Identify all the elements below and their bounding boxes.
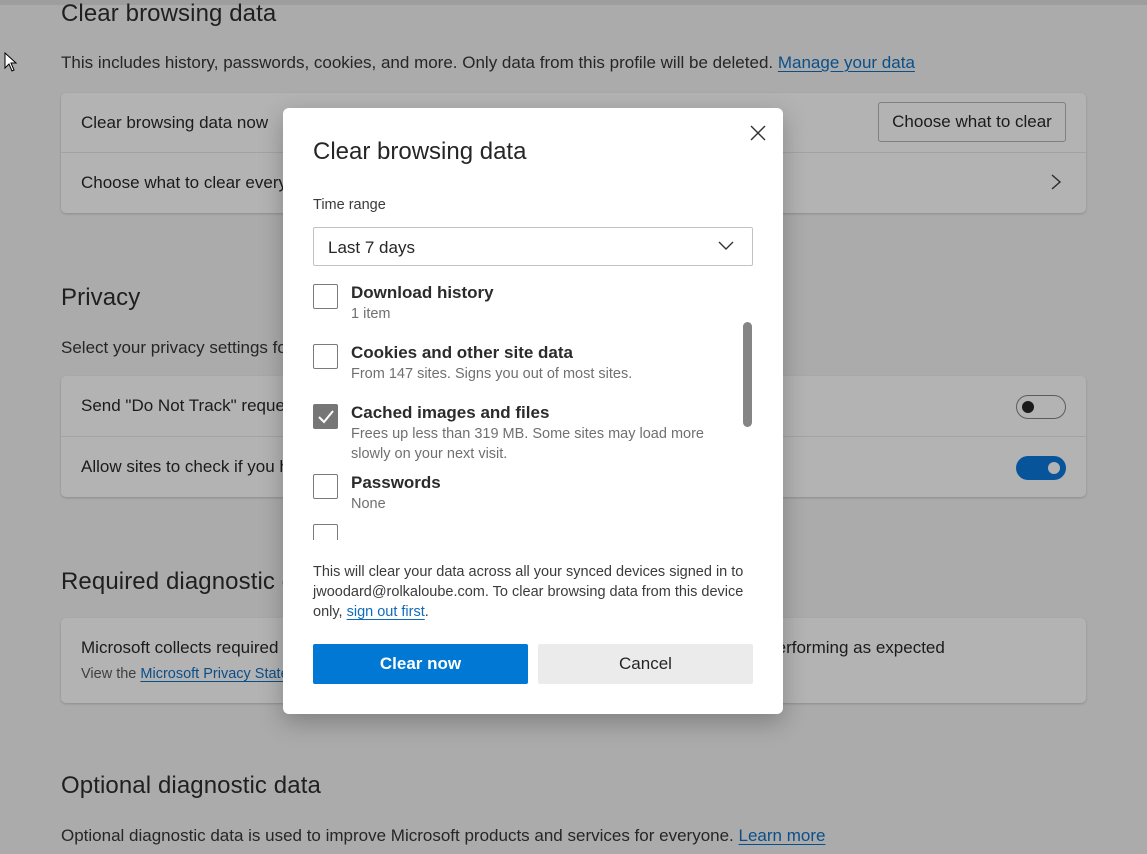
dialog-title: Clear browsing data — [313, 138, 527, 165]
data-type-title: Cached images and files — [351, 403, 550, 422]
time-range-label: Time range — [313, 197, 386, 213]
clear-browsing-description-text: This includes history, passwords, cookie… — [61, 53, 774, 72]
chevron-right-icon — [1051, 174, 1062, 190]
do-not-track-toggle[interactable] — [1016, 395, 1066, 419]
privacy-section-title: Privacy — [61, 284, 141, 311]
cancel-button[interactable]: Cancel — [538, 644, 753, 684]
data-types-list[interactable]: Download history 1 item Cookies and other … — [313, 280, 753, 540]
data-type-subtitle: 1 item — [351, 306, 391, 322]
data-type-item[interactable]: Passwords None — [313, 472, 723, 514]
chevron-down-icon — [718, 241, 734, 250]
data-type-checkbox[interactable] — [313, 524, 338, 540]
data-type-title: Passwords — [351, 473, 441, 492]
clear-browsing-section-description: This includes history, passwords, cookie… — [61, 53, 915, 73]
data-type-subtitle: Frees up less than 319 MB. Some sites ma… — [351, 426, 704, 462]
data-type-checkbox[interactable] — [313, 404, 338, 429]
clear-now-button[interactable]: Clear now — [313, 644, 528, 684]
required-diagnostic-card-title: Microsoft collects required — [81, 638, 279, 657]
optional-diagnostic-description-text: Optional diagnostic data is used to impr… — [61, 826, 734, 845]
manage-your-data-link[interactable]: Manage your data — [778, 53, 915, 72]
data-type-checkbox[interactable] — [313, 344, 338, 369]
close-icon[interactable] — [746, 121, 770, 145]
payment-methods-toggle[interactable] — [1016, 456, 1066, 480]
optional-diagnostic-section-title: Optional diagnostic data — [61, 772, 321, 799]
choose-what-to-clear-button[interactable]: Choose what to clear — [878, 102, 1066, 142]
data-type-title: Download history — [351, 283, 494, 302]
sync-note: This will clear your data across all you… — [313, 562, 763, 622]
time-range-value: Last 7 days — [328, 238, 415, 257]
toggle-knob — [1048, 462, 1060, 474]
learn-more-link[interactable]: Learn more — [739, 826, 826, 845]
view-the-text: View the — [81, 666, 137, 682]
clear-now-label: Clear browsing data now — [81, 113, 269, 132]
optional-diagnostic-description: Optional diagnostic data is used to impr… — [61, 826, 825, 846]
data-type-subtitle: From 147 sites. Signs you out of most si… — [351, 366, 633, 382]
data-type-title — [351, 522, 723, 540]
data-type-title: Cookies and other site data — [351, 343, 573, 362]
data-type-checkbox[interactable] — [313, 284, 338, 309]
checkmark-icon — [318, 410, 334, 424]
mouse-cursor-icon — [4, 52, 18, 72]
data-type-item[interactable]: Cookies and other site data From 147 site… — [313, 342, 723, 384]
sync-note-suffix: . — [424, 604, 429, 620]
data-types-list-content: Download history 1 item Cookies and other … — [313, 280, 723, 540]
data-type-item[interactable]: Download history 1 item — [313, 282, 723, 324]
list-scrollbar-thumb[interactable] — [743, 322, 752, 427]
clear-browsing-data-dialog: Clear browsing data Time range Last 7 da… — [283, 108, 783, 714]
time-range-select[interactable]: Last 7 days — [313, 227, 753, 266]
data-type-item-partial[interactable] — [313, 522, 723, 540]
data-type-item[interactable]: Cached images and files Frees up less tha… — [313, 402, 723, 464]
do-not-track-label: Send "Do Not Track" requests — [81, 396, 307, 415]
sign-out-first-link[interactable]: sign out first — [347, 604, 425, 620]
toggle-knob — [1022, 401, 1034, 413]
clear-browsing-section-title: Clear browsing data — [61, 0, 277, 27]
data-type-subtitle: None — [351, 496, 386, 512]
data-type-checkbox[interactable] — [313, 474, 338, 499]
